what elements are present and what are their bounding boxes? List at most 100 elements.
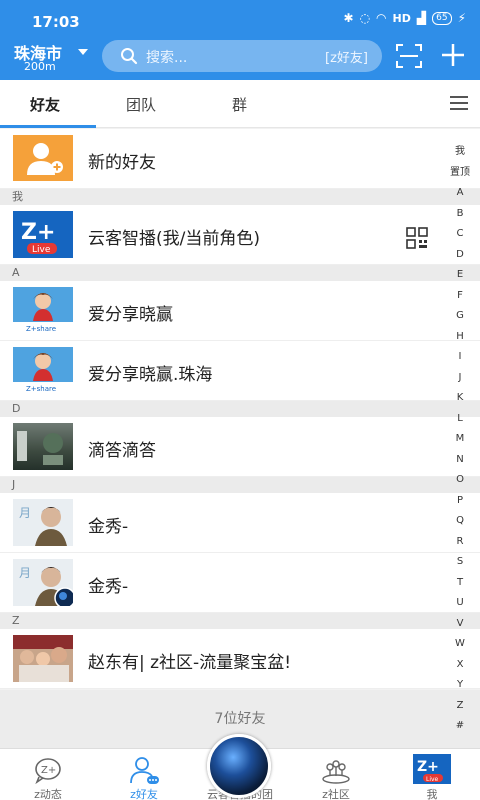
status-bar: 17:03 ✱ ◌ ◠ HD ▟ 65 ⚡ — [0, 0, 480, 34]
nav-label: 我 — [426, 788, 438, 800]
search-icon — [120, 47, 138, 69]
index-letter[interactable]: Z — [448, 696, 472, 717]
svg-text:Z+: Z+ — [417, 759, 439, 775]
index-letter[interactable]: L — [448, 409, 472, 430]
list-item-label: 爱分享晓赢 — [88, 305, 173, 325]
scan-icon[interactable] — [396, 44, 422, 68]
index-letter[interactable]: J — [448, 368, 472, 389]
index-letter[interactable]: K — [448, 388, 472, 409]
zplus-chat-icon: Z+ — [33, 755, 63, 785]
index-letter[interactable]: 我 — [448, 142, 472, 163]
tab-groups[interactable]: 群 — [232, 94, 247, 115]
chevron-down-icon[interactable] — [78, 49, 88, 55]
index-letter[interactable]: U — [448, 593, 472, 614]
section-header: A — [0, 265, 480, 281]
svg-text:Z+: Z+ — [21, 220, 55, 245]
index-letter[interactable]: G — [448, 306, 472, 327]
vibrate-icon: ◌ — [359, 11, 371, 25]
alphabet-index-bar[interactable]: 我置顶 A B C D E F G H I J K L M N O P Q R S T U V W X Y Z # — [448, 142, 472, 737]
search-bar[interactable]: 搜索... [z好友] — [102, 40, 382, 72]
hd-badge: HD — [392, 11, 411, 25]
index-letter[interactable]: D — [448, 245, 472, 266]
globe-icon[interactable] — [207, 734, 271, 798]
tab-active-indicator — [0, 125, 96, 128]
qr-code-icon[interactable] — [406, 227, 428, 249]
list-item-self[interactable]: Z+ Live 云客智播(我/当前角色) — [0, 205, 480, 265]
index-letter[interactable]: F — [448, 286, 472, 307]
svg-text:Live: Live — [32, 245, 51, 255]
index-letter[interactable]: I — [448, 347, 472, 368]
city-selector[interactable]: 珠海市 200m — [14, 40, 62, 73]
index-letter[interactable]: A — [448, 183, 472, 204]
list-item[interactable]: Z+share 爱分享晓赢.珠海 — [0, 341, 480, 401]
index-letter[interactable]: M — [448, 429, 472, 450]
index-letter[interactable]: O — [448, 470, 472, 491]
avatar: Z+share — [13, 287, 73, 334]
status-time: 17:03 — [32, 13, 80, 31]
avatar — [13, 423, 73, 470]
list-item-label: 爱分享晓赢.珠海 — [88, 365, 213, 385]
index-letter[interactable]: W — [448, 634, 472, 655]
battery-icon: 65 — [432, 11, 452, 25]
avatar — [13, 635, 73, 682]
nav-item-me[interactable]: Z+ Live 我 — [384, 749, 480, 800]
tab-bar: 好友 团队 群 — [0, 80, 480, 128]
svg-text:月: 月 — [19, 566, 31, 580]
section-header: Z — [0, 613, 480, 629]
status-icons: ✱ ◌ ◠ HD ▟ 65 ⚡ — [344, 11, 467, 25]
index-letter[interactable]: # — [448, 716, 472, 737]
index-letter[interactable]: C — [448, 224, 472, 245]
index-letter[interactable]: P — [448, 491, 472, 512]
add-icon[interactable] — [440, 42, 466, 68]
new-friend-icon — [13, 135, 73, 181]
search-placeholder: 搜索... — [146, 50, 188, 66]
nav-item-z-feed[interactable]: Z+ z动态 — [0, 749, 96, 800]
index-letter[interactable]: 置顶 — [448, 163, 472, 184]
svg-text:Live: Live — [426, 776, 439, 783]
index-letter[interactable]: Q — [448, 511, 472, 532]
list-item-label: 赵东有| z社区-流量聚宝盆! — [88, 653, 292, 673]
avatar: Z+share — [13, 347, 73, 394]
svg-text:月: 月 — [19, 506, 31, 520]
menu-icon[interactable] — [450, 96, 468, 110]
section-header: D — [0, 401, 480, 417]
index-letter[interactable]: B — [448, 204, 472, 225]
index-letter[interactable]: E — [448, 265, 472, 286]
index-letter[interactable]: R — [448, 532, 472, 553]
svg-text:Z+share: Z+share — [26, 385, 56, 393]
nav-label: z社区 — [322, 788, 350, 800]
zplus-live-logo: Z+ Live — [13, 211, 73, 258]
index-letter[interactable]: V — [448, 614, 472, 635]
section-header: 我 — [0, 189, 480, 205]
list-item[interactable]: 赵东有| z社区-流量聚宝盆! — [0, 629, 480, 689]
nav-label: z动态 — [34, 788, 62, 800]
list-item[interactable]: 滴答滴答 — [0, 417, 480, 477]
index-letter[interactable]: X — [448, 655, 472, 676]
index-letter[interactable]: T — [448, 573, 472, 594]
list-item[interactable]: 月 金秀- — [0, 493, 480, 553]
index-letter[interactable]: N — [448, 450, 472, 471]
search-scope-tag: [z好友] — [325, 51, 368, 66]
list-item-label: 金秀- — [88, 577, 129, 597]
tab-team[interactable]: 团队 — [126, 94, 156, 115]
list-item-label: 滴答滴答 — [88, 441, 156, 461]
nav-item-z-community[interactable]: z社区 — [288, 749, 384, 800]
tab-friends[interactable]: 好友 — [30, 94, 60, 115]
section-header: J — [0, 477, 480, 493]
list-item[interactable]: Z+share 爱分享晓赢 — [0, 281, 480, 341]
nav-item-z-friends[interactable]: z好友 — [96, 749, 192, 800]
contact-list: 新的好友 我 Z+ Live 云客智播(我/当前角色) A Z+share 爱分… — [0, 129, 480, 689]
list-item[interactable]: 月 金秀- — [0, 553, 480, 613]
signal-icon: ▟ — [416, 11, 427, 25]
list-item-label: 新的好友 — [88, 153, 156, 173]
nav-label: z好友 — [130, 788, 158, 800]
index-letter[interactable]: S — [448, 552, 472, 573]
avatar: 月 — [13, 499, 73, 546]
index-letter[interactable]: Y — [448, 675, 472, 696]
bluetooth-icon: ✱ — [343, 11, 354, 25]
community-icon — [321, 755, 351, 785]
index-letter[interactable]: H — [448, 327, 472, 348]
list-item-new-friend[interactable]: 新的好友 — [0, 129, 480, 189]
top-header: 17:03 ✱ ◌ ◠ HD ▟ 65 ⚡ 珠海市 200m 搜索... [z好… — [0, 0, 480, 80]
city-distance: 200m — [24, 60, 56, 73]
